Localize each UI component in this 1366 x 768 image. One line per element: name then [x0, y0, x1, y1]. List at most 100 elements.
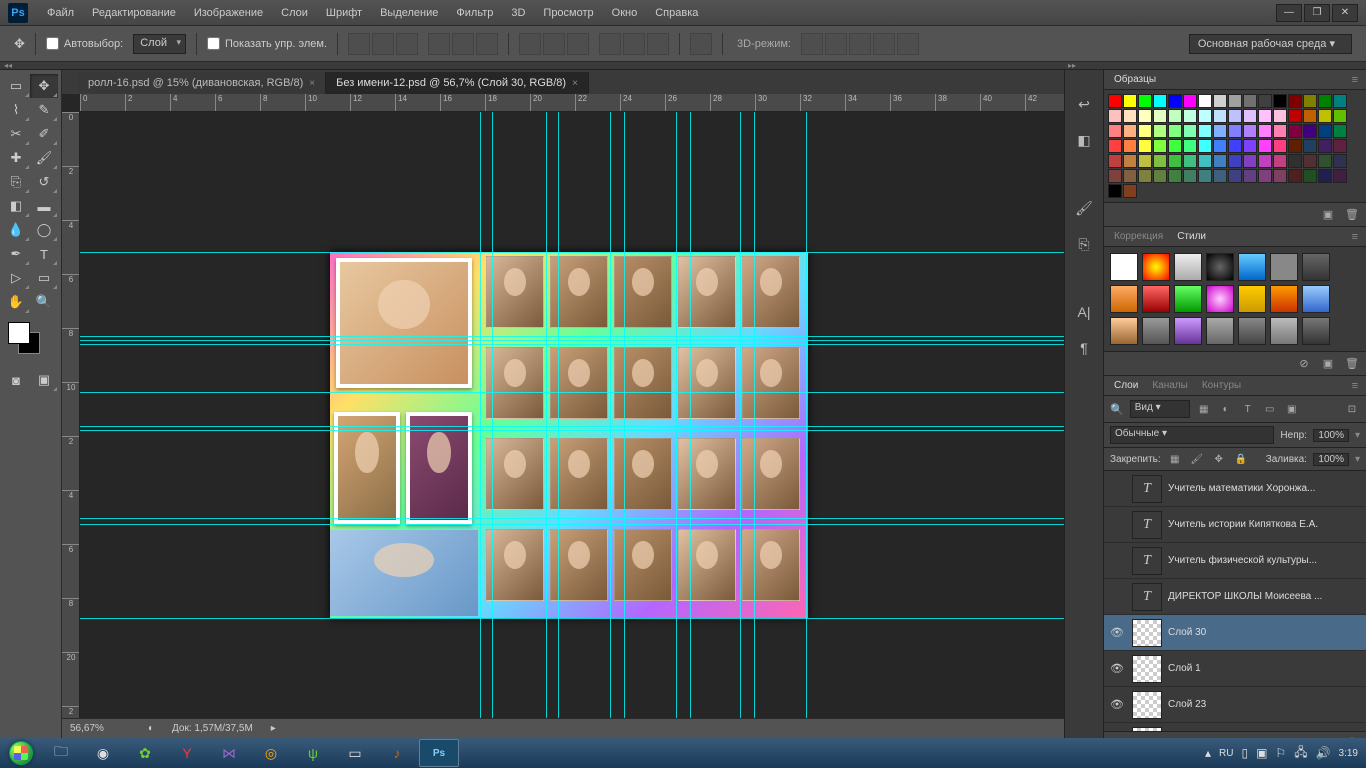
swatch[interactable]	[1228, 139, 1242, 153]
photo[interactable]	[330, 530, 478, 616]
swatch[interactable]	[1228, 154, 1242, 168]
lock-all-icon[interactable]: 🔒	[1233, 451, 1249, 467]
style-swatch[interactable]	[1142, 253, 1170, 281]
align-btn[interactable]	[476, 33, 498, 55]
guide-vertical[interactable]	[690, 112, 691, 718]
style-swatch[interactable]	[1142, 317, 1170, 345]
document-size[interactable]: Док: 1,57M/37,5M	[172, 723, 253, 734]
swatch[interactable]	[1198, 124, 1212, 138]
style-swatch[interactable]	[1302, 253, 1330, 281]
swatch[interactable]	[1198, 109, 1212, 123]
style-swatch[interactable]	[1110, 317, 1138, 345]
swatch[interactable]	[1213, 154, 1227, 168]
filter-type-icon[interactable]: T	[1240, 401, 1256, 417]
style-swatch[interactable]	[1174, 285, 1202, 313]
swatch[interactable]	[1303, 124, 1317, 138]
guide-horizontal[interactable]	[80, 430, 1064, 431]
opacity-value[interactable]: 100%	[1313, 429, 1349, 442]
swatch[interactable]	[1318, 139, 1332, 153]
menu-Фильтр[interactable]: Фильтр	[447, 0, 502, 26]
panel-menu-icon[interactable]: ≡	[1352, 380, 1358, 392]
style-swatch[interactable]	[1142, 285, 1170, 313]
styles-tab[interactable]: Стили	[1175, 231, 1208, 242]
swatch[interactable]	[1258, 169, 1272, 183]
delete-swatch-btn[interactable]: 🗑	[1342, 206, 1362, 224]
minimize-button[interactable]: —	[1276, 4, 1302, 22]
auto-select-target[interactable]: Слой	[133, 34, 186, 54]
guide-vertical[interactable]	[546, 112, 547, 718]
photo[interactable]	[406, 412, 472, 524]
m3d-btn[interactable]	[873, 33, 895, 55]
app-icon[interactable]: ψ	[293, 739, 333, 767]
gradient-tool[interactable]: ▬	[30, 194, 58, 218]
guide-vertical[interactable]	[480, 112, 481, 718]
swatch[interactable]	[1153, 109, 1167, 123]
align-btn[interactable]	[372, 33, 394, 55]
photo[interactable]	[678, 256, 736, 328]
brush-panel-icon[interactable]: 🖌	[1072, 196, 1096, 220]
swatch[interactable]	[1333, 154, 1347, 168]
swatch[interactable]	[1198, 139, 1212, 153]
filter-smart-icon[interactable]: ▣	[1284, 401, 1300, 417]
para-panel-icon[interactable]: ¶	[1072, 336, 1096, 360]
photoshop-taskbar-icon[interactable]: Ps	[419, 739, 459, 767]
filter-pixel-icon[interactable]: ▦	[1196, 401, 1212, 417]
guide-horizontal[interactable]	[80, 252, 1064, 253]
guide-vertical[interactable]	[740, 112, 741, 718]
photo[interactable]	[678, 347, 736, 419]
swatch[interactable]	[1273, 154, 1287, 168]
layer-thumbnail[interactable]: T	[1132, 475, 1162, 503]
document-tab[interactable]: Без имени-12.psd @ 56,7% (Слой 30, RGB/8…	[326, 72, 589, 94]
document-tab[interactable]: ролл-16.psd @ 15% (дивановская, RGB/8)×	[78, 72, 326, 94]
zoom-value[interactable]: 56,67%	[70, 723, 130, 734]
expand-right-icon[interactable]: ▸▸	[1068, 61, 1076, 70]
swatch[interactable]	[1303, 109, 1317, 123]
layer-thumbnail[interactable]	[1132, 655, 1162, 683]
type-tool[interactable]: T	[30, 242, 58, 266]
swatch[interactable]	[1288, 154, 1302, 168]
swatch[interactable]	[1243, 109, 1257, 123]
tray-expand-icon[interactable]: ▴	[1205, 746, 1211, 760]
layer-thumbnail[interactable]: T	[1132, 511, 1162, 539]
swatch[interactable]	[1108, 94, 1122, 108]
layer-item[interactable]: 👁Слой 30	[1104, 615, 1366, 651]
swatch[interactable]	[1318, 94, 1332, 108]
menu-Файл[interactable]: Файл	[38, 0, 83, 26]
swatch[interactable]	[1108, 169, 1122, 183]
align-btn[interactable]	[396, 33, 418, 55]
photo[interactable]	[486, 347, 544, 419]
swatch[interactable]	[1168, 94, 1182, 108]
explorer-icon[interactable]: 🗀	[41, 739, 81, 767]
swatch[interactable]	[1273, 124, 1287, 138]
blur-tool[interactable]: 💧	[2, 218, 30, 242]
lock-trans-icon[interactable]: ▦	[1167, 451, 1183, 467]
swatch[interactable]	[1183, 169, 1197, 183]
swatch[interactable]	[1303, 139, 1317, 153]
style-swatch[interactable]	[1238, 253, 1266, 281]
swatch[interactable]	[1333, 139, 1347, 153]
swatch[interactable]	[1213, 124, 1227, 138]
show-transform-controls-checkbox[interactable]: Показать упр. элем.	[207, 37, 327, 50]
close-button[interactable]: ✕	[1332, 4, 1358, 22]
swatch[interactable]	[1108, 154, 1122, 168]
menu-Выделение[interactable]: Выделение	[371, 0, 447, 26]
swatch[interactable]	[1228, 94, 1242, 108]
lasso-tool[interactable]: ⌇	[2, 98, 30, 122]
visibility-toggle[interactable]: 👁	[1108, 626, 1126, 639]
chrome-icon[interactable]: ◉	[83, 739, 123, 767]
guide-vertical[interactable]	[624, 112, 625, 718]
swatch[interactable]	[1318, 154, 1332, 168]
channels-tab[interactable]: Каналы	[1150, 380, 1190, 391]
swatch[interactable]	[1303, 154, 1317, 168]
swatch[interactable]	[1303, 94, 1317, 108]
swatch[interactable]	[1108, 124, 1122, 138]
swatch[interactable]	[1183, 109, 1197, 123]
swatch[interactable]	[1123, 139, 1137, 153]
menu-Просмотр[interactable]: Просмотр	[534, 0, 602, 26]
app-icon[interactable]: ⋈	[209, 739, 249, 767]
swatch[interactable]	[1273, 169, 1287, 183]
layer-item[interactable]: TУчитель математики Хоронжа...	[1104, 471, 1366, 507]
guide-vertical[interactable]	[754, 112, 755, 718]
photo[interactable]	[678, 438, 736, 510]
eyedropper-tool[interactable]: ✐	[30, 122, 58, 146]
